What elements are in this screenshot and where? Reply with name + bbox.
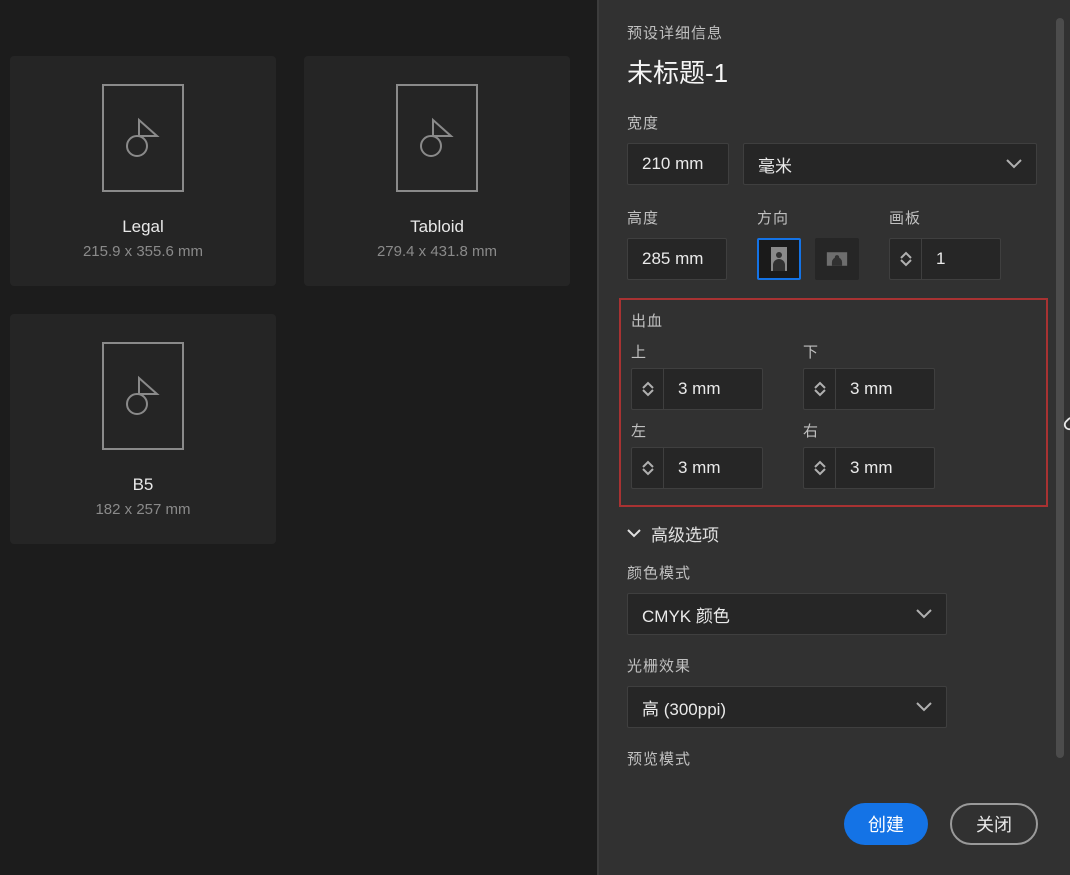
scrollbar[interactable] <box>1056 18 1064 778</box>
width-field[interactable]: 210 mm <box>627 143 729 185</box>
width-label: 宽度 <box>627 112 1040 133</box>
preset-panel: Legal 215.9 x 355.6 mm Tabloid 279.4 x 4… <box>0 0 597 875</box>
preview-mode-label: 预览模式 <box>627 748 1040 769</box>
artboard-count-field[interactable]: 1 <box>921 238 1001 280</box>
orientation-portrait-button[interactable] <box>757 238 801 280</box>
create-button-label: 创建 <box>868 811 904 837</box>
chevron-down-icon <box>916 697 932 717</box>
stepper-arrows-icon[interactable] <box>803 447 835 489</box>
stepper-arrows-icon[interactable] <box>803 368 835 410</box>
link-values-icon[interactable] <box>1062 410 1070 436</box>
chevron-down-icon <box>627 529 641 539</box>
preset-title: Legal <box>122 218 164 235</box>
orientation-landscape-button[interactable] <box>815 238 859 280</box>
height-value: 285 mm <box>642 249 703 269</box>
preset-dimensions: 182 x 257 mm <box>95 501 190 518</box>
preset-title: Tabloid <box>410 218 464 235</box>
bleed-right-stepper[interactable]: 3 mm <box>803 447 969 489</box>
orientation-label: 方向 <box>757 207 859 228</box>
color-mode-value: CMYK 颜色 <box>642 602 730 627</box>
bleed-left-label: 左 <box>631 420 797 441</box>
bleed-bottom-label: 下 <box>803 341 969 362</box>
bleed-bottom-value: 3 mm <box>850 379 893 399</box>
unit-select[interactable]: 毫米 <box>743 143 1037 185</box>
bleed-left-stepper[interactable]: 3 mm <box>631 447 797 489</box>
document-name[interactable]: 未标题-1 <box>627 53 1040 90</box>
bleed-title: 出血 <box>631 310 1032 331</box>
color-mode-label: 颜色模式 <box>627 562 1040 583</box>
preset-dimensions: 279.4 x 431.8 mm <box>377 243 497 260</box>
artboard-label: 画板 <box>889 207 1001 228</box>
bleed-bottom-stepper[interactable]: 3 mm <box>803 368 969 410</box>
preset-dimensions: 215.9 x 355.6 mm <box>83 243 203 260</box>
stepper-arrows-icon[interactable] <box>889 238 921 280</box>
preset-card-tabloid[interactable]: Tabloid 279.4 x 431.8 mm <box>304 56 570 286</box>
bleed-left-value: 3 mm <box>678 458 721 478</box>
stepper-arrows-icon[interactable] <box>631 447 663 489</box>
bleed-top-label: 上 <box>631 341 797 362</box>
bleed-top-stepper[interactable]: 3 mm <box>631 368 797 410</box>
panel-title: 预设详细信息 <box>627 22 1040 43</box>
advanced-options-toggle[interactable]: 高级选项 <box>627 521 1040 546</box>
document-icon <box>102 342 184 450</box>
bleed-section: 出血 上 3 mm 下 3 m <box>619 298 1048 507</box>
close-button-label: 关闭 <box>976 811 1012 837</box>
preset-card-legal[interactable]: Legal 215.9 x 355.6 mm <box>10 56 276 286</box>
width-value: 210 mm <box>642 154 703 174</box>
artboard-stepper[interactable]: 1 <box>889 238 1001 280</box>
preset-title: B5 <box>133 476 154 493</box>
preset-details-panel: 预设详细信息 未标题-1 宽度 210 mm 毫米 高度 285 mm 方向 <box>597 0 1070 875</box>
raster-value: 高 (300ppi) <box>642 695 726 720</box>
advanced-options-label: 高级选项 <box>651 521 719 546</box>
bleed-right-value: 3 mm <box>850 458 893 478</box>
document-icon <box>102 84 184 192</box>
preset-card-b5[interactable]: B5 182 x 257 mm <box>10 314 276 544</box>
create-button[interactable]: 创建 <box>844 803 928 845</box>
bleed-top-value: 3 mm <box>678 379 721 399</box>
raster-label: 光栅效果 <box>627 655 1040 676</box>
artboard-count-value: 1 <box>936 249 945 269</box>
height-field[interactable]: 285 mm <box>627 238 727 280</box>
bleed-right-label: 右 <box>803 420 969 441</box>
color-mode-select[interactable]: CMYK 颜色 <box>627 593 947 635</box>
stepper-arrows-icon[interactable] <box>631 368 663 410</box>
chevron-down-icon <box>916 604 932 624</box>
close-button[interactable]: 关闭 <box>950 803 1038 845</box>
unit-value: 毫米 <box>758 152 792 177</box>
height-label: 高度 <box>627 207 727 228</box>
chevron-down-icon <box>1006 154 1022 174</box>
raster-select[interactable]: 高 (300ppi) <box>627 686 947 728</box>
document-icon <box>396 84 478 192</box>
